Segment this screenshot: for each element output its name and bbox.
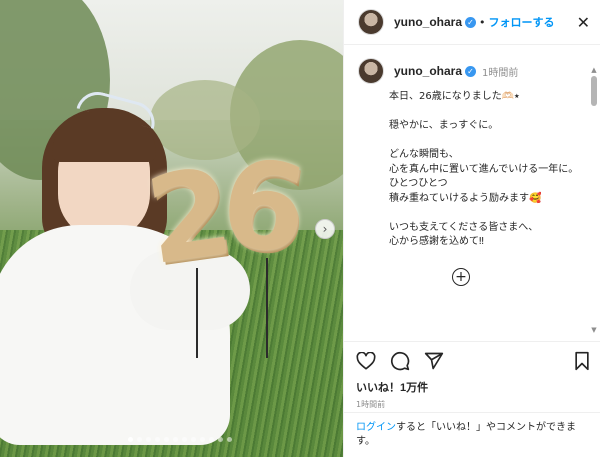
- follow-button[interactable]: フォローする: [489, 14, 555, 30]
- close-icon[interactable]: ✕: [577, 13, 590, 32]
- login-prompt: ログインすると「いいね！」やコメントができます。: [344, 412, 600, 449]
- scroll-up-icon[interactable]: ▲: [590, 66, 598, 74]
- post-side-panel: yuno_ohara ✓ • フォローする ✕ yuno_ohara ✓ 1時間…: [343, 0, 600, 457]
- scroll-down-icon[interactable]: ▼: [590, 326, 598, 334]
- header-separator: •: [479, 15, 486, 29]
- carousel-dot: [128, 437, 133, 442]
- carousel-dot: [191, 437, 196, 442]
- plus-circle-icon[interactable]: +: [452, 268, 470, 286]
- scrollbar-thumb[interactable]: [591, 76, 597, 106]
- caption-header: yuno_ohara ✓ 1時間前: [344, 46, 600, 84]
- carousel-dot: [173, 437, 178, 442]
- carousel-indicator: [128, 437, 232, 442]
- verified-badge-icon: ✓: [465, 16, 477, 28]
- heart-icon[interactable]: [356, 352, 376, 370]
- comment-icon[interactable]: [390, 351, 410, 371]
- carousel-dot: [227, 437, 232, 442]
- login-link[interactable]: ログイン: [356, 422, 396, 433]
- share-icon[interactable]: [424, 351, 444, 371]
- header-username[interactable]: yuno_ohara: [394, 15, 462, 29]
- likes-count[interactable]: いいね！1万件: [356, 379, 591, 395]
- carousel-dot: [209, 437, 214, 442]
- carousel-dot: [137, 437, 142, 442]
- caption-username[interactable]: yuno_ohara: [394, 64, 462, 78]
- comments-area[interactable]: yuno_ohara ✓ 1時間前 本日、26歳になりました🫶🏻⭑ 穏やかに、ま…: [344, 46, 600, 341]
- carousel-dot: [218, 437, 223, 442]
- caption-time[interactable]: 1時間前: [482, 64, 518, 79]
- avatar[interactable]: [358, 58, 384, 84]
- carousel-dot: [182, 437, 187, 442]
- carousel-dot: [200, 437, 205, 442]
- post-header: yuno_ohara ✓ • フォローする ✕: [344, 0, 600, 45]
- post-caption: 本日、26歳になりました🫶🏻⭑ 穏やかに、まっすぐに。 どんな瞬間も、 心を真ん…: [389, 91, 579, 247]
- carousel-dot: [164, 437, 169, 442]
- avatar[interactable]: [358, 9, 384, 35]
- chevron-right-icon: ›: [322, 222, 328, 236]
- post-photo[interactable]: 2 6 ›: [0, 0, 343, 457]
- bookmark-icon[interactable]: [573, 351, 591, 371]
- verified-badge-icon: ✓: [465, 65, 477, 77]
- balloon-number-6: 6: [212, 132, 315, 283]
- post-actions: いいね！1万件 1時間前: [344, 341, 600, 410]
- post-timestamp[interactable]: 1時間前: [356, 399, 591, 410]
- carousel-dot: [155, 437, 160, 442]
- action-icons: [356, 350, 591, 372]
- scrollbar[interactable]: ▲ ▼: [590, 66, 598, 334]
- carousel-dot: [146, 437, 151, 442]
- carousel-next-button[interactable]: ›: [315, 219, 335, 239]
